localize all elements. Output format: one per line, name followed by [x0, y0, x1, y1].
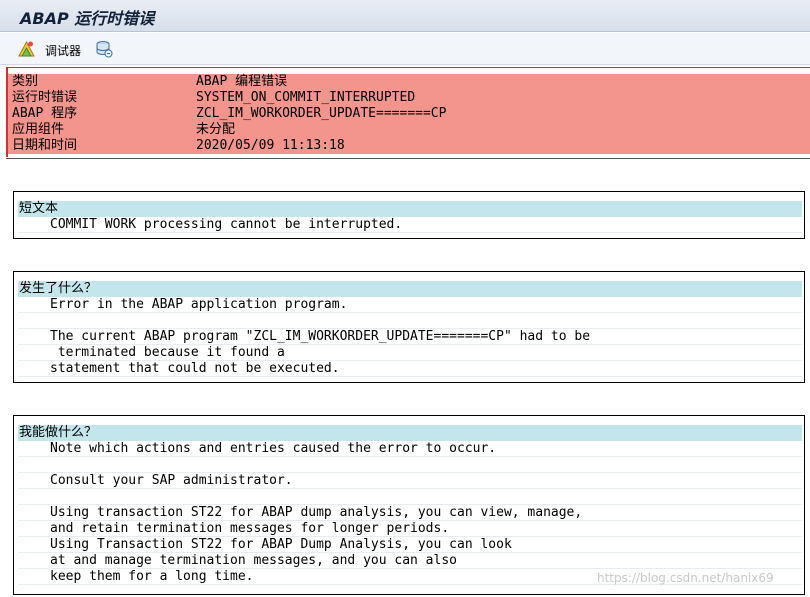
text-line: Consult your SAP administrator.: [18, 473, 802, 489]
text-line: COMMIT WORK processing cannot be interru…: [18, 217, 802, 233]
section-title: 发生了什么？: [18, 281, 802, 297]
watermark: https://blog.csdn.net/hanix69: [597, 571, 774, 585]
header-key: 日期和时间: [12, 138, 78, 153]
header-key: 应用组件: [12, 122, 65, 137]
header-value: ZCL_IM_WORKORDER_UPDATE=======CP: [196, 106, 447, 121]
toolbar: 调试器: [0, 33, 810, 65]
window-title: ABAP 运行时错误: [20, 9, 155, 28]
debugger-button[interactable]: 调试器: [18, 40, 81, 61]
header-value: 2020/05/09 11:13:18: [196, 138, 345, 153]
what-to-do-section: 我能做什么？ Note which actions and entries ca…: [13, 415, 805, 595]
debugger-label: 调试器: [45, 44, 82, 58]
text-line: statement that could not be executed.: [18, 361, 802, 377]
header-key: ABAP 程序: [12, 106, 78, 121]
header-divider: [6, 158, 810, 159]
text-line: Using transaction ST22 for ABAP dump ana…: [18, 505, 802, 521]
header-value: ABAP 编程错误: [196, 74, 288, 89]
text-line: Note which actions and entries caused th…: [18, 441, 802, 457]
header-value: SYSTEM_ON_COMMIT_INTERRUPTED: [196, 90, 416, 105]
header-row-component: 应用组件 未分配: [8, 122, 810, 138]
text-line: [18, 313, 802, 329]
short-text-section: 短文本 COMMIT WORK processing cannot be int…: [13, 191, 805, 239]
header-row-runtime-error: 运行时错误 SYSTEM_ON_COMMIT_INTERRUPTED: [8, 90, 810, 106]
header-key: 类别: [12, 74, 39, 89]
title-bar: ABAP 运行时错误: [0, 0, 810, 32]
text-line: [18, 457, 802, 473]
text-line: at and manage termination messages, and …: [18, 553, 802, 569]
database-icon[interactable]: [95, 40, 113, 58]
text-line: Using Transaction ST22 for ABAP Dump Ana…: [18, 537, 802, 553]
header-key: 运行时错误: [12, 90, 78, 105]
section-title: 短文本: [18, 201, 802, 217]
section-title: 我能做什么？: [18, 425, 802, 441]
text-line: and retain termination messages for long…: [18, 521, 802, 537]
what-happened-section: 发生了什么？ Error in the ABAP application pro…: [13, 271, 805, 383]
text-line: The current ABAP program "ZCL_IM_WORKORD…: [18, 329, 802, 345]
text-line: Error in the ABAP application program.: [18, 297, 802, 313]
header-row-datetime: 日期和时间 2020/05/09 11:13:18: [8, 138, 810, 154]
header-row-category: 类别 ABAP 编程错误: [8, 74, 810, 90]
text-line: terminated because it found a: [18, 345, 802, 361]
header-row-program: ABAP 程序 ZCL_IM_WORKORDER_UPDATE=======CP: [8, 106, 810, 122]
text-line: [18, 489, 802, 505]
error-header: 类别 ABAP 编程错误 运行时错误 SYSTEM_ON_COMMIT_INTE…: [6, 67, 810, 157]
debugger-icon: [18, 40, 35, 61]
header-value: 未分配: [196, 122, 236, 137]
